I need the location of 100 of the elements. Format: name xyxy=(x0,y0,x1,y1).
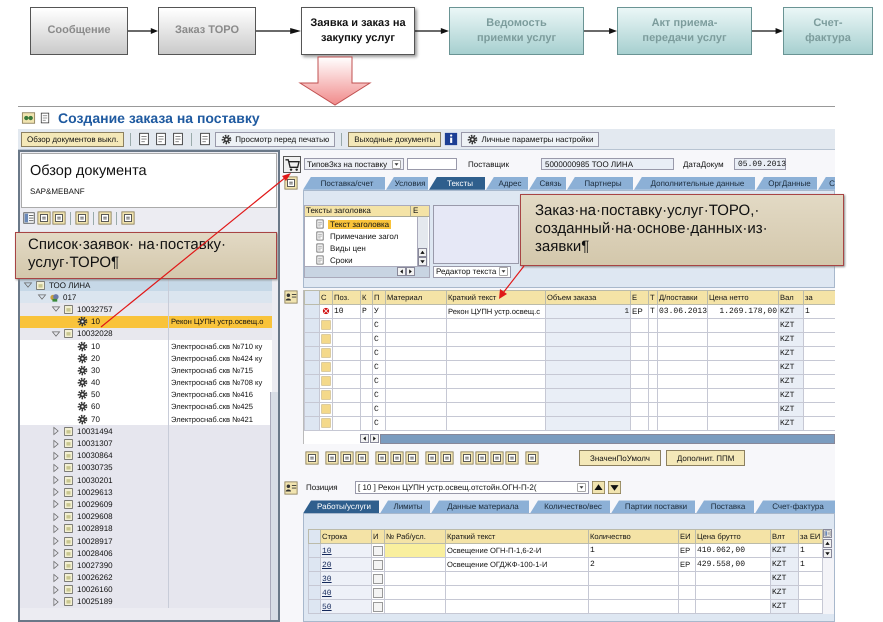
document-icon[interactable] xyxy=(490,451,504,466)
scrollbar[interactable] xyxy=(270,392,278,620)
scrollbar[interactable] xyxy=(305,266,429,277)
expand-icon[interactable] xyxy=(51,450,61,461)
tab[interactable]: Адрес xyxy=(486,176,528,190)
line-link[interactable]: 50 xyxy=(322,602,332,612)
toolbar-button[interactable]: Выходные документы xyxy=(348,132,442,146)
document-icon[interactable] xyxy=(525,451,539,466)
expand-icon[interactable] xyxy=(51,548,61,558)
tab[interactable]: Данные материала xyxy=(431,500,529,514)
document-icon[interactable] xyxy=(154,132,168,146)
expand-icon[interactable] xyxy=(51,462,61,473)
line-link[interactable]: 40 xyxy=(322,588,332,598)
document-icon[interactable] xyxy=(505,451,519,466)
line-link[interactable]: 20 xyxy=(322,560,332,570)
glasses-icon[interactable] xyxy=(21,111,36,125)
document-icon[interactable] xyxy=(171,132,186,146)
document-icon[interactable] xyxy=(375,451,389,466)
expand-icon[interactable] xyxy=(51,426,61,436)
table-settings-icon[interactable] xyxy=(823,529,832,538)
tab[interactable]: ОргДанные xyxy=(756,176,817,190)
type-dropdown[interactable]: ТиповЗкз на поставку xyxy=(304,158,404,170)
expand-icon[interactable] xyxy=(51,596,61,607)
document-icon[interactable] xyxy=(121,211,135,225)
scroll-right-icon[interactable] xyxy=(406,267,415,276)
list-item[interactable]: Текст заголовка xyxy=(328,220,392,229)
expand-icon[interactable] xyxy=(51,512,61,522)
alert-icon[interactable] xyxy=(321,306,331,316)
document-icon[interactable] xyxy=(305,451,319,466)
collapse-icon[interactable] xyxy=(23,280,33,290)
document-icon[interactable] xyxy=(440,451,454,466)
expand-icon[interactable] xyxy=(51,475,61,486)
document-icon[interactable] xyxy=(137,132,152,146)
collapse-icon[interactable] xyxy=(51,304,61,314)
document-icon[interactable] xyxy=(425,451,439,466)
info-icon[interactable] xyxy=(444,132,458,146)
tab[interactable]: Партии поставки xyxy=(611,500,695,514)
down-icon[interactable] xyxy=(608,481,621,494)
action-button[interactable]: Дополнит. ППМ xyxy=(666,450,746,466)
position-dropdown[interactable]: [ 10 ] Рекон ЦУПН устр.освещ.отстойн.ОГН-П-2( xyxy=(355,481,589,494)
input-field[interactable] xyxy=(386,544,444,557)
line-link[interactable]: 30 xyxy=(322,574,332,584)
document-icon[interactable] xyxy=(283,176,299,190)
tab[interactable]: Дополнительные данные xyxy=(634,176,755,190)
document-icon[interactable] xyxy=(355,451,369,466)
expand-icon[interactable] xyxy=(51,584,61,595)
document-icon[interactable] xyxy=(325,451,339,466)
document-icon[interactable] xyxy=(39,112,51,124)
tab[interactable]: Количество/вес xyxy=(530,500,610,514)
tab[interactable]: Лимиты xyxy=(380,500,430,514)
tab[interactable]: Работы/услуги xyxy=(303,500,379,514)
document-icon[interactable] xyxy=(390,451,404,466)
document-icon[interactable] xyxy=(75,211,89,225)
expand-icon[interactable] xyxy=(51,560,61,570)
input-field[interactable] xyxy=(407,158,457,170)
tab[interactable]: С xyxy=(818,176,835,190)
vendor-field[interactable]: 5000000985 ТОО ЛИНА xyxy=(541,158,674,170)
document-icon[interactable] xyxy=(98,211,112,225)
checkbox[interactable] xyxy=(373,574,383,584)
collapse-icon[interactable] xyxy=(37,292,47,302)
list-item[interactable]: Примечание загол xyxy=(328,232,400,241)
tab[interactable]: Условия xyxy=(386,176,428,190)
action-button[interactable]: ЗначенПоУмолч xyxy=(579,450,661,466)
expand-icon[interactable] xyxy=(51,438,61,449)
cart-icon[interactable] xyxy=(283,156,301,172)
checkbox[interactable] xyxy=(373,560,383,570)
tab[interactable]: Партнеры xyxy=(567,176,633,190)
document-icon[interactable] xyxy=(405,451,419,466)
scrollbar[interactable] xyxy=(823,559,834,614)
document-icon[interactable] xyxy=(340,451,354,466)
tab[interactable]: Поставка/счет xyxy=(303,176,385,190)
expand-icon[interactable] xyxy=(51,524,61,534)
document-icon[interactable] xyxy=(475,451,489,466)
document-icon[interactable] xyxy=(52,211,66,225)
scrollbar[interactable] xyxy=(417,217,428,266)
date-field[interactable]: 05.09.2013 xyxy=(734,158,786,170)
toolbar-button[interactable]: Обзор документов выкл. xyxy=(21,132,124,146)
scroll-left-icon[interactable] xyxy=(360,434,369,444)
tab[interactable]: Тексты xyxy=(429,176,485,190)
editor-dropdown[interactable]: Редактор текста xyxy=(433,266,511,278)
checkbox[interactable] xyxy=(373,588,383,598)
document-icon[interactable] xyxy=(37,211,51,225)
checkbox[interactable] xyxy=(373,546,383,556)
scroll-left-icon[interactable] xyxy=(397,267,406,276)
tab[interactable]: Связь xyxy=(529,176,566,190)
line-link[interactable]: 10 xyxy=(322,546,332,556)
tab[interactable]: Поставка xyxy=(696,500,754,514)
tab[interactable]: Счет-фактура xyxy=(755,500,835,514)
expand-icon[interactable] xyxy=(51,499,61,510)
toolbar-button[interactable]: Личные параметры настройки xyxy=(461,132,600,146)
document-icon[interactable] xyxy=(460,451,474,466)
document-icon[interactable] xyxy=(198,132,212,146)
scroll-right-icon[interactable] xyxy=(370,434,379,444)
checkbox[interactable] xyxy=(373,602,383,612)
scroll-down-icon[interactable] xyxy=(418,257,427,266)
scroll-up-icon[interactable] xyxy=(823,539,832,548)
expand-icon[interactable] xyxy=(51,536,61,546)
scrollbar[interactable] xyxy=(380,434,835,444)
expand-icon[interactable] xyxy=(51,572,61,583)
toolbar-button[interactable]: Просмотр перед печатью xyxy=(215,132,336,146)
